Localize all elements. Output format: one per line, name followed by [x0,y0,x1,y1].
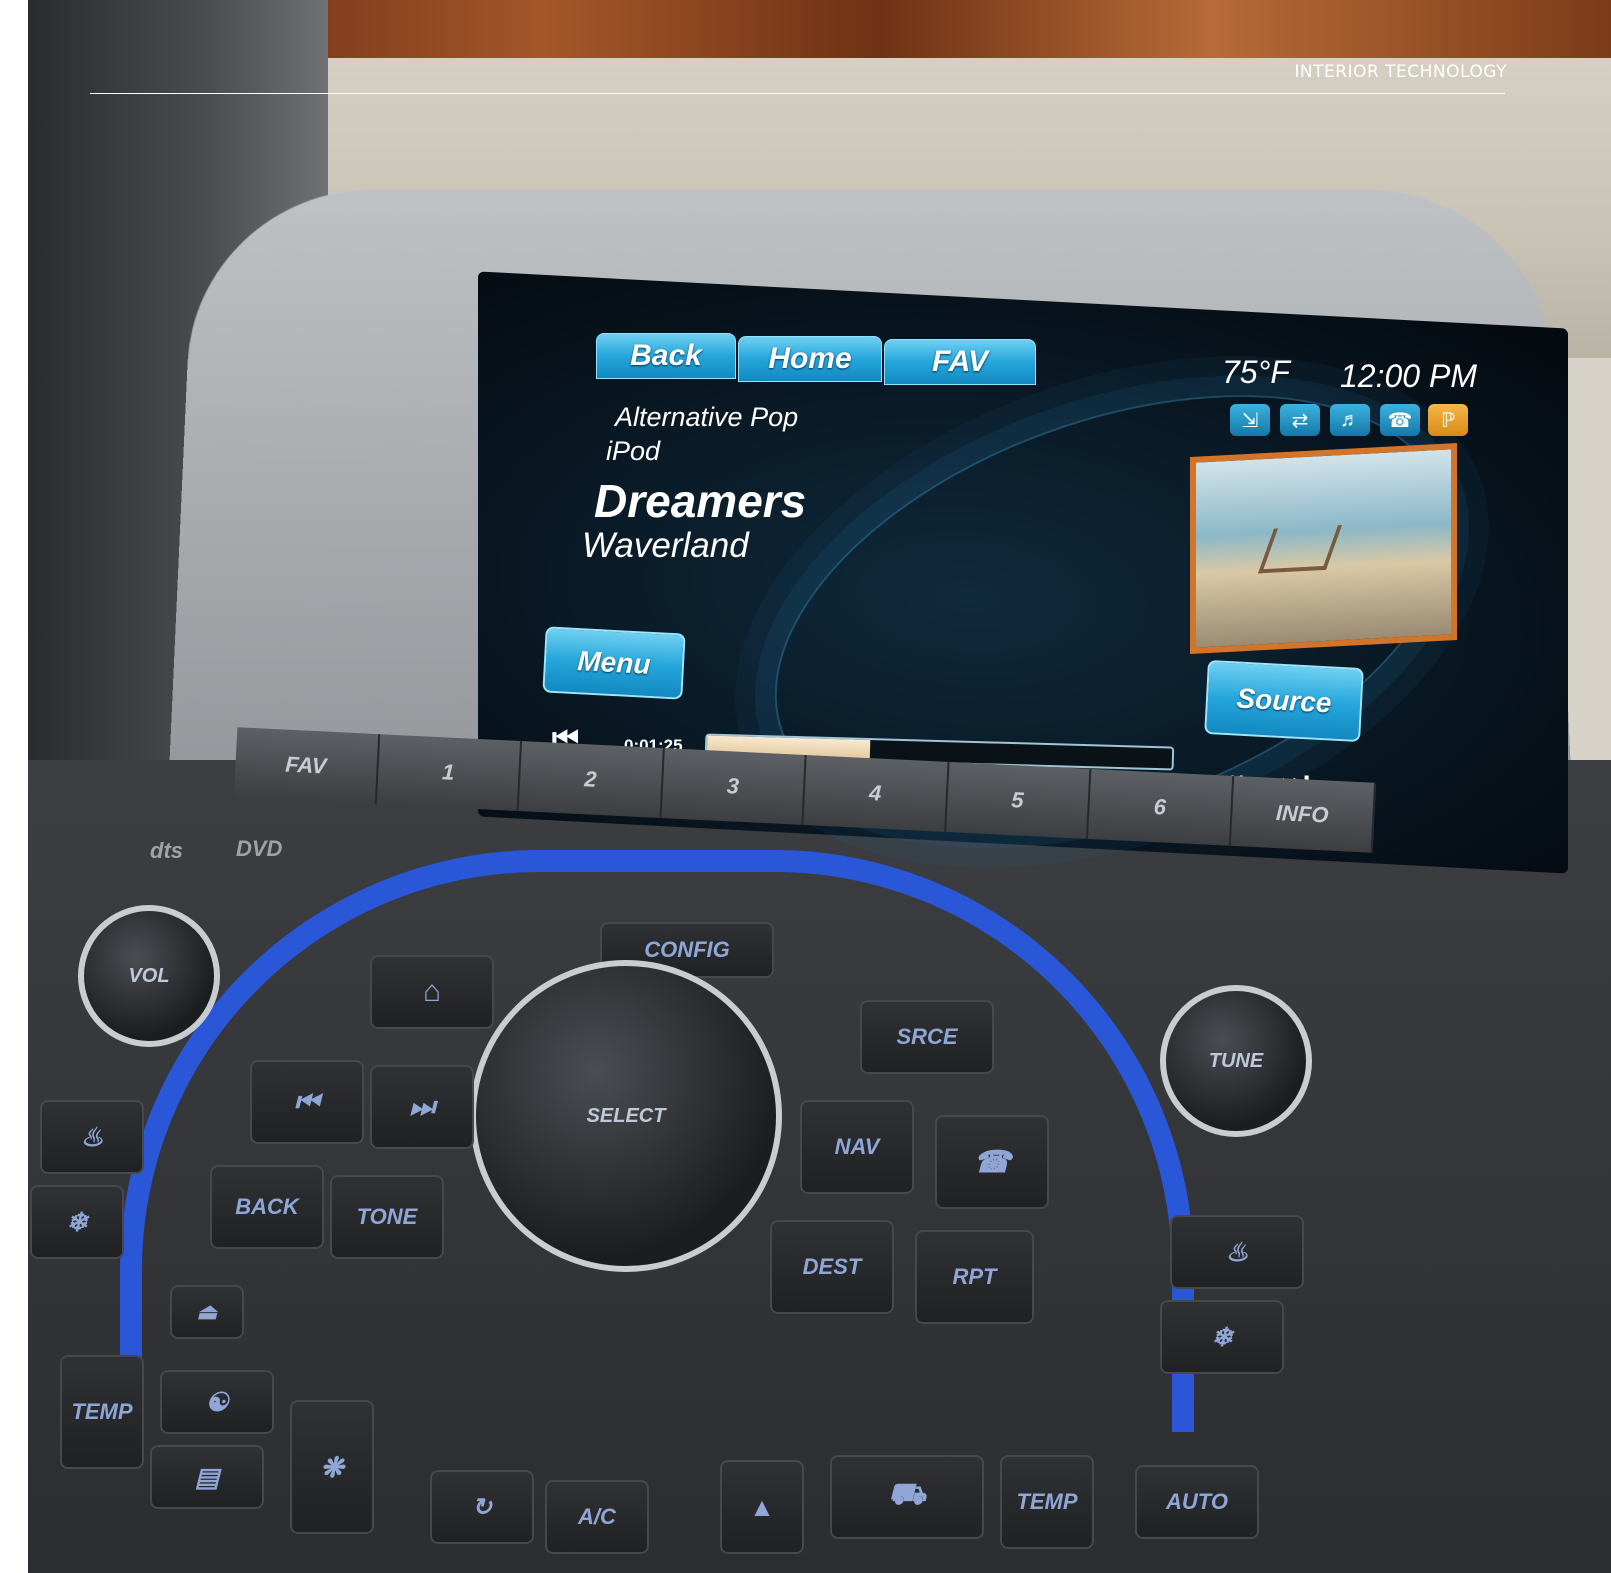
preset-3[interactable]: 3 [660,748,807,825]
vehicle-icon[interactable]: ⛟ [830,1455,984,1539]
clock: 12:00 PM [1340,358,1477,394]
temperature-readout: 75°F [1222,354,1290,390]
album-art [1190,443,1457,654]
preset-info[interactable]: INFO [1230,775,1377,853]
genre-label: Alternative Pop [615,402,799,432]
shuffle-icon: ⇄ [1280,404,1320,436]
voice-icon: ♬ [1330,404,1370,436]
eject-icon[interactable]: ⏏ [170,1285,244,1339]
page-margin [0,0,28,1573]
tone-button[interactable]: TONE [330,1175,444,1259]
phone-button-icon[interactable]: ☎ [935,1115,1049,1209]
passenger-heated-seat-icon[interactable]: ♨ [1170,1215,1304,1289]
tune-knob[interactable]: TUNE [1160,985,1312,1137]
select-label: SELECT [586,1104,666,1127]
seek-forward-icon[interactable]: ⏭ [370,1065,474,1149]
passenger-cooled-seat-icon[interactable]: ❄ [1160,1300,1284,1374]
rpt-button[interactable]: RPT [915,1230,1034,1324]
preset-1[interactable]: 1 [376,734,523,812]
page-header: INTERIOR TECHNOLOGY [1294,62,1507,82]
source-button[interactable]: Source [1204,659,1364,743]
dts-logo: dts [150,838,183,863]
track-title: Dreamers [594,475,807,527]
dvd-logo: DVD [236,836,283,861]
home-tab[interactable]: Home [738,336,882,382]
seek-back-icon[interactable]: ⏮ [250,1060,364,1144]
preset-fav[interactable]: FAV [233,727,380,805]
preset-6[interactable]: 6 [1087,768,1234,846]
tune-label: TUNE [1208,1049,1264,1072]
beach-chair-image [1257,525,1343,574]
artist-name: Waverland [582,526,749,565]
phone-icon: ☎ [1380,404,1420,436]
back-button[interactable]: BACK [210,1165,324,1249]
source-device-label: iPod [606,436,661,466]
bluetooth-icon: ℙ [1428,404,1468,436]
volume-label: VOL [128,964,170,987]
defrost-rear-icon[interactable]: ▤ [150,1445,264,1509]
recirculation-icon[interactable]: ↻ [430,1470,534,1544]
select-knob[interactable]: SELECT [470,960,782,1272]
preset-2[interactable]: 2 [518,741,665,818]
defrost-front-icon[interactable]: ☯ [160,1370,274,1434]
airflow-mode-icon[interactable]: ▲ [720,1460,804,1554]
heated-seat-icon[interactable]: ♨ [40,1100,144,1174]
home-icon[interactable]: ⌂ [370,955,494,1029]
volume-knob[interactable]: VOL [78,905,220,1047]
menu-button[interactable]: Menu [542,626,686,700]
wood-trim [280,0,1611,58]
nav-button[interactable]: NAV [800,1100,914,1194]
driver-temp-button[interactable]: TEMP [60,1355,144,1469]
ac-button[interactable]: A/C [545,1480,649,1554]
auto-button[interactable]: AUTO [1135,1465,1259,1539]
back-tab[interactable]: Back [596,333,736,379]
network-icon: ⇲ [1230,404,1270,436]
cooled-seat-icon[interactable]: ❄ [30,1185,124,1259]
preset-4[interactable]: 4 [803,755,950,832]
fav-tab[interactable]: FAV [884,339,1036,385]
preset-5[interactable]: 5 [945,762,1092,839]
passenger-temp-button[interactable]: TEMP [1000,1455,1094,1549]
header-rule [90,93,1505,94]
srce-button[interactable]: SRCE [860,1000,994,1074]
dest-button[interactable]: DEST [770,1220,894,1314]
fan-speed-icon[interactable]: ❋ [290,1400,374,1534]
